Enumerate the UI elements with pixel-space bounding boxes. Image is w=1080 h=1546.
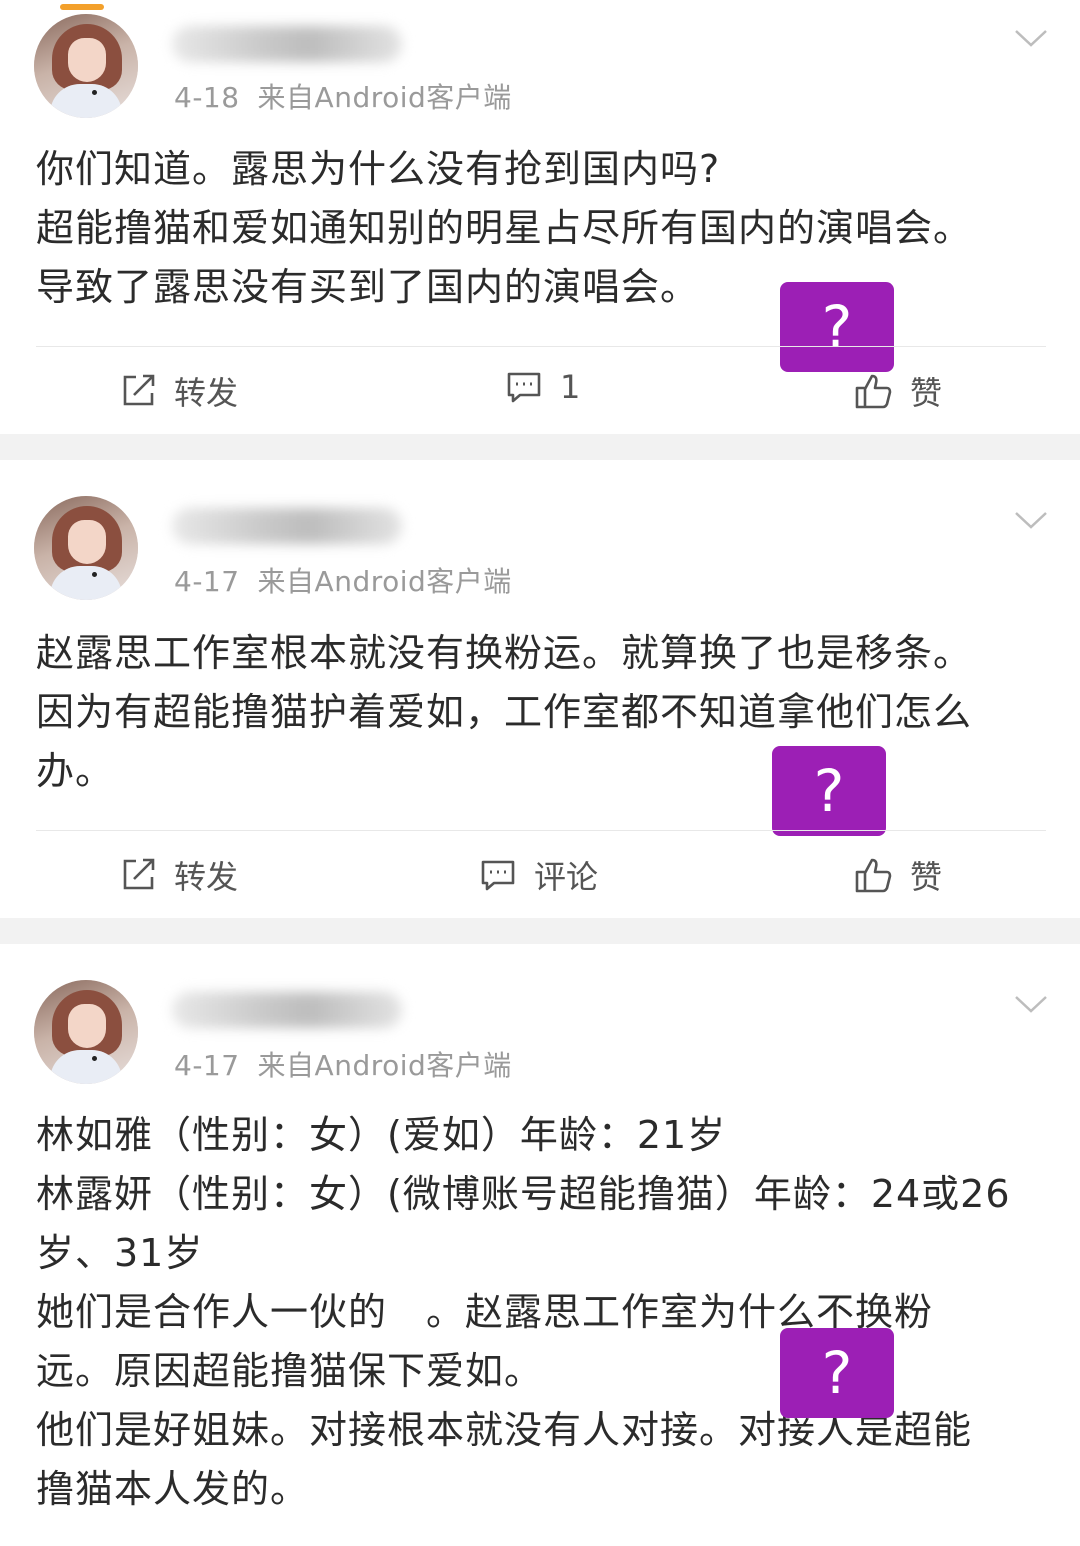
repost-label: 转发 <box>174 858 239 896</box>
comment-icon <box>481 860 515 891</box>
weibo-post: 4-17 来自Android客户端 赵露思工作室根本就没有换粉运。就算换了也是移条… <box>0 460 1080 918</box>
content-line: 办。 <box>36 749 115 793</box>
post-content: 赵露思工作室根本就没有换粉运。就算换了也是移条。 因为有超能撸猫护着爱如，工作室… <box>36 624 1046 801</box>
post-source: 来自Android客户端 <box>257 565 512 598</box>
repost-label: 转发 <box>174 374 239 412</box>
repost-button[interactable]: 转发 <box>120 852 238 898</box>
comment-count: 1 <box>560 368 581 406</box>
chevron-down-icon[interactable] <box>1014 510 1048 530</box>
username-blurred[interactable] <box>172 26 402 62</box>
content-line: 他们是好姐妹。对接根本就没有人对接。对接人是超能 <box>36 1408 973 1452</box>
content-line: 你们知道。露思为什么没有抢到国内吗? <box>36 147 721 191</box>
avatar[interactable] <box>34 14 138 118</box>
post-meta: 4-17 来自Android客户端 <box>174 1044 512 1084</box>
post-meta: 4-17 来自Android客户端 <box>174 560 512 600</box>
weibo-post: 4-18 来自Android客户端 你们知道。露思为什么没有抢到国内吗? 超能撸猫… <box>0 0 1080 434</box>
post-content: 林如雅（性别：女）(爱如）年龄：21岁 林露妍（性别：女）(微博账号超能撸猫）年… <box>36 1106 1046 1519</box>
content-line: 因为有超能撸猫护着爱如，工作室都不知道拿他们怎么 <box>36 690 973 734</box>
post-date: 4-17 <box>174 565 240 598</box>
chevron-down-icon[interactable] <box>1014 28 1048 48</box>
content-line: 远。原因超能撸猫保下爱如。 <box>36 1349 544 1393</box>
like-label: 赞 <box>910 374 943 412</box>
avatar[interactable] <box>34 980 138 1084</box>
weibo-post: 4-17 来自Android客户端 林如雅（性别：女）(爱如）年龄：21岁 林露妍… <box>0 944 1080 1546</box>
post-source: 来自Android客户端 <box>257 81 512 114</box>
content-line: 她们是合作人一伙的 。赵露思工作室为什么不换粉 <box>36 1290 934 1334</box>
thumbs-up-icon <box>855 374 892 409</box>
divider <box>36 346 1046 347</box>
like-label: 赞 <box>910 858 943 896</box>
post-source: 来自Android客户端 <box>257 1049 512 1082</box>
content-line: 林如雅（性别：女）(爱如）年龄：21岁 <box>36 1113 727 1157</box>
repost-icon <box>123 858 155 890</box>
post-date: 4-18 <box>174 81 240 114</box>
avatar[interactable] <box>34 496 138 600</box>
comment-label: 评论 <box>534 858 599 896</box>
divider <box>36 830 1046 831</box>
repost-button[interactable]: 转发 <box>120 368 238 414</box>
placeholder-box: ? <box>780 1328 894 1418</box>
content-line: 撸猫本人发的。 <box>36 1467 310 1511</box>
scroll-indicator <box>60 4 104 10</box>
content-line: 赵露思工作室根本就没有换粉运。就算换了也是移条。 <box>36 631 973 675</box>
like-button[interactable]: 赞 <box>854 852 942 898</box>
comment-button[interactable]: 评论 <box>480 852 598 898</box>
comment-button[interactable]: 1 <box>506 368 580 406</box>
placeholder-box: ? <box>780 282 894 372</box>
post-meta: 4-18 来自Android客户端 <box>174 76 512 116</box>
post-content: 你们知道。露思为什么没有抢到国内吗? 超能撸猫和爱如通知别的明星占尽所有国内的演… <box>36 140 1046 317</box>
username-blurred[interactable] <box>172 508 402 544</box>
content-line: 超能撸猫和爱如通知别的明星占尽所有国内的演唱会。 <box>36 206 973 250</box>
like-button[interactable]: 赞 <box>854 368 942 414</box>
content-line: 岁、31岁 <box>36 1231 204 1275</box>
content-line: 导致了露思没有买到了国内的演唱会。 <box>36 265 700 309</box>
placeholder-box: ? <box>772 746 886 836</box>
repost-icon <box>123 374 155 406</box>
thumbs-up-icon <box>855 858 892 893</box>
username-blurred[interactable] <box>172 992 402 1028</box>
content-line: 林露妍（性别：女）(微博账号超能撸猫）年龄：24或26 <box>36 1172 1011 1216</box>
post-date: 4-17 <box>174 1049 240 1082</box>
chevron-down-icon[interactable] <box>1014 994 1048 1014</box>
comment-icon <box>507 372 541 403</box>
